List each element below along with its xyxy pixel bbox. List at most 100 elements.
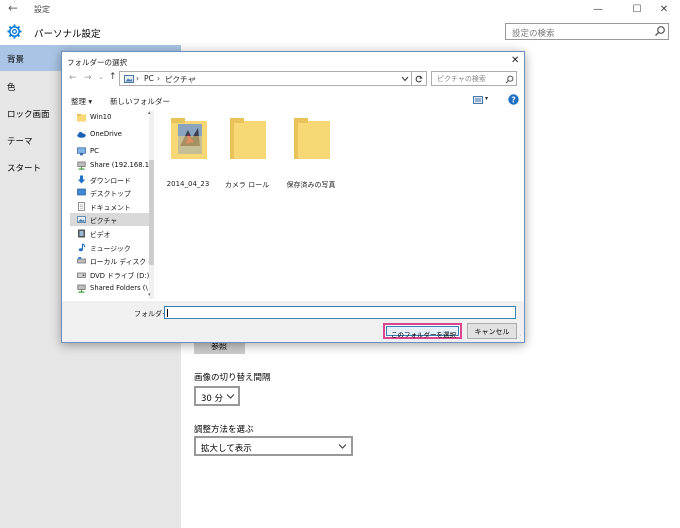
nav-item-win10[interactable]: Win10	[70, 111, 149, 124]
nav-item-label: Win10	[90, 113, 112, 121]
address-dropdown-icon[interactable]	[401, 76, 409, 82]
network-drive-icon	[77, 161, 86, 170]
nav-item-label: ダウンロード	[90, 177, 131, 185]
chevron-down-icon	[338, 444, 347, 449]
nav-item-documents[interactable]: ドキュメント	[70, 200, 149, 213]
sidebar-item-label: 背景	[7, 55, 25, 65]
folder-item-camera-roll[interactable]: カメラ ロール	[219, 114, 275, 190]
folder-with-photo-icon	[171, 118, 207, 159]
close-button[interactable]: ✕	[653, 1, 675, 18]
refresh-button[interactable]	[412, 71, 427, 86]
nav-item-label: OneDrive	[90, 130, 122, 138]
navigation-pane: Win10 OneDrive PC Share (192.168.1. ダウンロ…	[70, 111, 149, 299]
folder-icon	[230, 118, 266, 159]
organize-menu[interactable]: 整理 ▾	[71, 96, 92, 107]
sidebar-item-label: 色	[7, 83, 16, 93]
breadcrumb-pictures[interactable]: ピクチャ	[165, 74, 195, 85]
nav-item-label: ローカル ディスク (C	[90, 258, 149, 266]
nav-item-label: Shared Folders (\	[90, 284, 148, 292]
fit-label: 調整方法を選ぶ	[194, 425, 254, 435]
fit-dropdown[interactable]: 拡大して表示	[194, 436, 353, 456]
folder-icon	[294, 118, 330, 159]
dialog-search-input[interactable]: ピクチャの検索	[431, 71, 517, 86]
window-title: 設定	[34, 5, 50, 14]
nav-item-label: Share (192.168.1.	[90, 161, 149, 169]
svg-text:?: ?	[511, 95, 515, 104]
history-chevron-icon[interactable]: ⌄	[98, 73, 104, 81]
nav-item-pc[interactable]: PC	[70, 145, 149, 158]
scroll-up-icon[interactable]: ▴	[148, 110, 151, 116]
settings-search-input[interactable]: 設定の検索	[505, 23, 669, 40]
back-icon[interactable]: ←	[69, 73, 77, 83]
folder-item-2014-04-23[interactable]: 2014_04_23	[160, 114, 216, 190]
scroll-down-icon[interactable]: ▾	[148, 292, 151, 298]
minimize-button[interactable]: —	[587, 1, 609, 18]
folder-input[interactable]	[164, 306, 516, 319]
nav-item-local-disk[interactable]: ローカル ディスク (C	[70, 254, 149, 267]
navigation-scrollbar-thumb[interactable]	[149, 160, 154, 265]
nav-item-videos[interactable]: ビデオ	[70, 227, 149, 240]
select-folder-button-label: このフォルダーを選択	[391, 331, 456, 339]
cancel-button[interactable]: キャンセル	[467, 323, 517, 339]
folder-select-dialog: フォルダーの選択 ✕ ← → ⌄ ↑ › PC › ピクチャ › ピクチャの検索…	[61, 51, 525, 343]
cancel-button-label: キャンセル	[474, 328, 510, 336]
nav-item-downloads[interactable]: ダウンロード	[70, 173, 149, 186]
address-bar[interactable]: › PC › ピクチャ ›	[119, 71, 412, 86]
dialog-close-icon[interactable]: ✕	[511, 55, 519, 66]
desktop-icon	[77, 188, 86, 196]
back-arrow-icon[interactable]: ←	[8, 1, 18, 15]
settings-titlebar: ← 設定 — ☐ ✕	[0, 0, 680, 19]
breadcrumb-separator: ›	[193, 74, 196, 83]
nav-item-dvd[interactable]: DVD ドライブ (D:)	[70, 268, 149, 281]
view-options-icon[interactable]	[473, 96, 483, 104]
pc-icon	[77, 147, 86, 156]
view-dropdown-icon[interactable]: ▾	[485, 95, 488, 102]
up-icon[interactable]: ↑	[109, 72, 117, 82]
nav-item-label: ビデオ	[90, 231, 111, 239]
sidebar-item-label: スタート	[7, 164, 42, 174]
page-title: パーソナル設定	[34, 29, 101, 40]
folder-item-label: 2014_04_23	[166, 180, 210, 188]
search-icon[interactable]	[505, 75, 514, 84]
disk-icon	[77, 257, 86, 264]
folder-icon	[77, 113, 86, 122]
nav-item-shared-folders[interactable]: Shared Folders (\	[70, 282, 149, 295]
nav-item-share[interactable]: Share (192.168.1.	[70, 159, 149, 172]
folder-item-label: 保存済みの写真	[286, 181, 336, 189]
nav-item-label: PC	[90, 147, 99, 155]
sidebar-item-label: ロック画面	[7, 110, 50, 120]
text-caret	[167, 309, 168, 317]
nav-item-music[interactable]: ミュージック	[70, 241, 149, 254]
help-icon[interactable]: ?	[508, 94, 519, 105]
dialog-search-placeholder: ピクチャの検索	[437, 75, 486, 83]
nav-item-label: DVD ドライブ (D:)	[90, 272, 149, 280]
new-folder-button[interactable]: 新しいフォルダー	[110, 96, 170, 107]
interval-dropdown[interactable]: 30 分	[194, 386, 240, 406]
maximize-button[interactable]: ☐	[626, 1, 648, 18]
nav-item-pictures[interactable]: ピクチャ	[70, 213, 149, 226]
pictures-location-icon	[124, 75, 134, 83]
breadcrumb-separator: ›	[136, 74, 139, 83]
nav-item-label: ドキュメント	[90, 204, 131, 212]
shared-folder-icon	[77, 284, 86, 293]
breadcrumb-separator: ›	[157, 74, 160, 83]
music-icon	[78, 243, 86, 252]
breadcrumb-pc[interactable]: PC	[144, 74, 154, 83]
select-folder-button[interactable]: このフォルダーを選択	[383, 323, 462, 339]
nav-item-label: ピクチャ	[90, 217, 118, 225]
fit-value: 拡大して表示	[201, 444, 252, 454]
interval-label: 画像の切り替え間隔	[194, 373, 271, 383]
chevron-down-icon	[226, 394, 235, 399]
select-folder-button-face: このフォルダーを選択	[386, 326, 459, 339]
download-icon	[77, 175, 86, 184]
nav-item-desktop[interactable]: デスクトップ	[70, 186, 149, 199]
folder-item-saved-pictures[interactable]: 保存済みの写真	[283, 114, 339, 190]
settings-header: パーソナル設定 設定の検索	[0, 19, 680, 45]
sidebar-item-label: テーマ	[7, 137, 33, 147]
forward-icon[interactable]: →	[84, 73, 92, 83]
search-icon[interactable]	[654, 25, 666, 37]
nav-item-label: ミュージック	[90, 245, 131, 253]
resize-grip-icon[interactable]: ⋰	[515, 334, 521, 341]
dvd-icon	[77, 272, 86, 278]
nav-item-onedrive[interactable]: OneDrive	[70, 128, 149, 141]
